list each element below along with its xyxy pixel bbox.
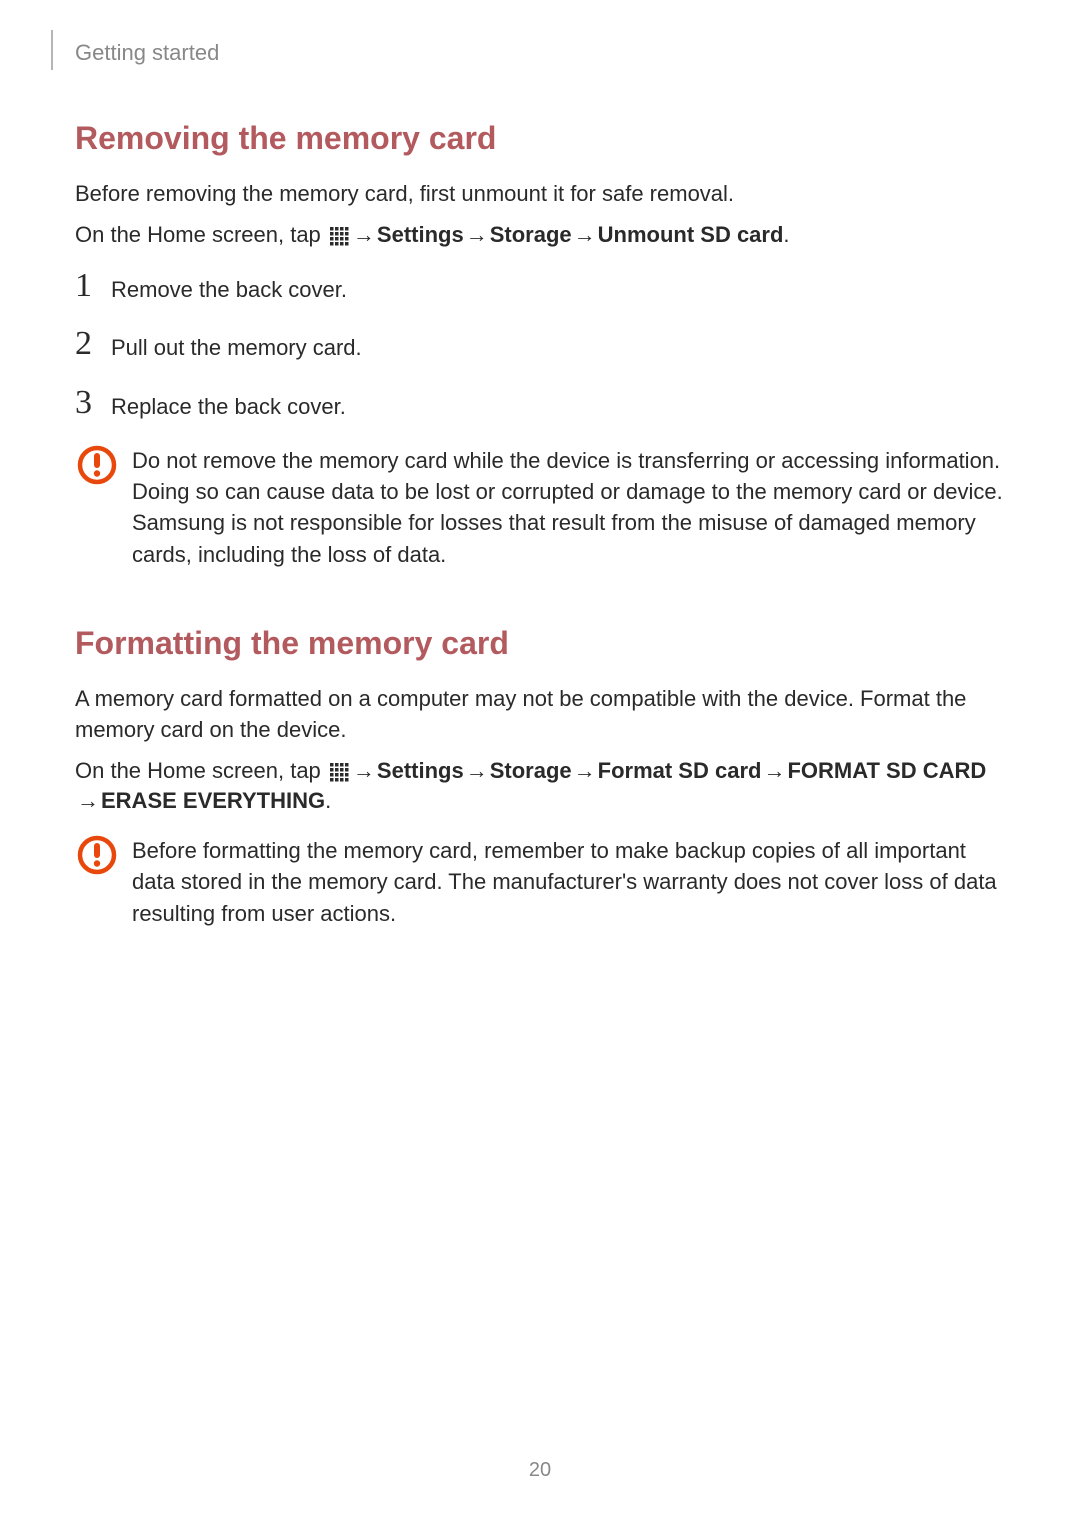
caution-icon [75, 835, 127, 875]
warning-text: Do not remove the memory card while the … [127, 445, 1005, 570]
section1-title: Removing the memory card [75, 120, 1005, 157]
arrow-icon: → [574, 220, 596, 251]
step-2: 2 Pull out the memory card. [75, 327, 1005, 364]
arrow-icon: → [763, 756, 785, 787]
section2-title: Formatting the memory card [75, 625, 1005, 662]
section2-nav-path: On the Home screen, tap → Settings → Sto… [75, 756, 1005, 818]
nav-part-erase: ERASE EVERYTHING [101, 788, 325, 813]
nav-suffix: . [325, 788, 331, 813]
nav-part-format-caps: FORMAT SD CARD [787, 758, 986, 783]
arrow-icon: → [353, 756, 375, 787]
step-text: Replace the back cover. [111, 386, 346, 423]
nav-part-settings: Settings [377, 758, 464, 783]
section1-warning: Do not remove the memory card while the … [75, 445, 1005, 570]
step-3: 3 Replace the back cover. [75, 386, 1005, 423]
arrow-icon: → [466, 756, 488, 787]
nav-part-unmount: Unmount SD card [598, 222, 784, 247]
breadcrumb: Getting started [75, 40, 219, 66]
content-area: Removing the memory card Before removing… [75, 40, 1005, 929]
warning-text: Before formatting the memory card, remem… [127, 835, 1005, 929]
step-number: 3 [75, 386, 111, 420]
arrow-icon: → [353, 220, 375, 251]
page-number: 20 [0, 1459, 1080, 1482]
nav-part-storage: Storage [490, 758, 572, 783]
arrow-icon: → [77, 786, 99, 817]
spacer [75, 580, 1005, 625]
arrow-icon: → [574, 756, 596, 787]
section2-intro: A memory card formatted on a computer ma… [75, 684, 1005, 746]
step-text: Remove the back cover. [111, 269, 347, 306]
nav-prefix: On the Home screen, tap [75, 222, 327, 247]
caution-icon [75, 445, 127, 485]
apps-icon [329, 226, 349, 246]
section1-intro: Before removing the memory card, first u… [75, 179, 1005, 210]
apps-icon [329, 762, 349, 782]
step-number: 2 [75, 327, 111, 361]
step-number: 1 [75, 269, 111, 303]
page-container: Getting started Removing the memory card… [0, 0, 1080, 1527]
nav-prefix: On the Home screen, tap [75, 758, 327, 783]
section2-warning: Before formatting the memory card, remem… [75, 835, 1005, 929]
nav-part-storage: Storage [490, 222, 572, 247]
section1-nav-path: On the Home screen, tap → Settings → Sto… [75, 220, 1005, 251]
step-text: Pull out the memory card. [111, 327, 362, 364]
nav-part-format: Format SD card [598, 758, 762, 783]
nav-suffix: . [783, 222, 789, 247]
nav-part-settings: Settings [377, 222, 464, 247]
arrow-icon: → [466, 220, 488, 251]
step-1: 1 Remove the back cover. [75, 269, 1005, 306]
